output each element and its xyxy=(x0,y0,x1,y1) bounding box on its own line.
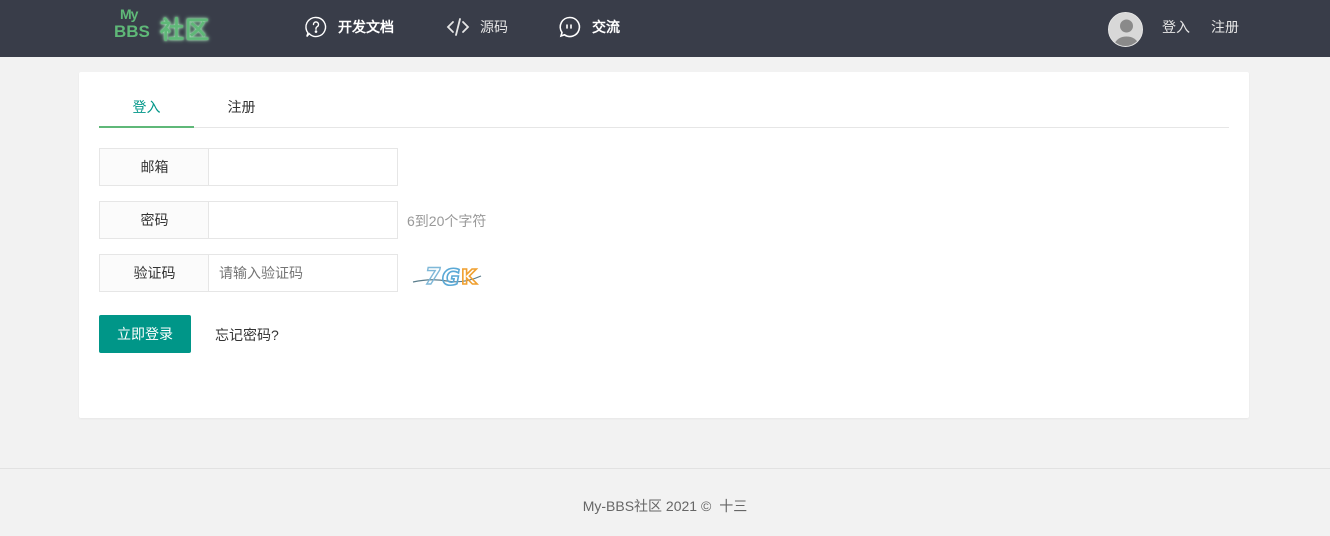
svg-text:G: G xyxy=(442,266,460,290)
password-row: 密码 6到20个字符 xyxy=(99,201,599,239)
login-card: 登入 注册 邮箱 密码 6到20个字符 验证码 7 G K 立即登录 忘记密码? xyxy=(79,72,1249,418)
header-login-link[interactable]: 登入 xyxy=(1162,17,1190,37)
tab-register[interactable]: 注册 xyxy=(194,87,289,128)
password-field[interactable] xyxy=(208,201,398,239)
footer-text: My-BBS社区 2021 © 十三 xyxy=(0,496,1330,516)
email-label: 邮箱 xyxy=(99,148,209,186)
nav-label-source: 源码 xyxy=(480,19,508,35)
user-silhouette-icon xyxy=(1109,13,1142,46)
site-logo[interactable]: My BBS 社区 xyxy=(112,6,216,48)
nav-item-chat[interactable]: 交流 xyxy=(558,14,620,40)
question-circle-icon xyxy=(304,15,328,39)
nav-label-chat: 交流 xyxy=(592,19,620,35)
footer: My-BBS社区 2021 © 十三 xyxy=(0,468,1330,536)
email-row: 邮箱 xyxy=(99,148,599,186)
nav-item-source[interactable]: 源码 xyxy=(446,14,508,40)
avatar[interactable] xyxy=(1108,12,1143,47)
password-hint: 6到20个字符 xyxy=(407,213,487,229)
nav-label-docs: 开发文档 xyxy=(338,19,394,35)
nav-item-docs[interactable]: 开发文档 xyxy=(304,14,394,40)
svg-text:7: 7 xyxy=(425,265,441,290)
footer-author-link[interactable]: 十三 xyxy=(719,498,747,514)
code-icon xyxy=(446,15,470,39)
password-label: 密码 xyxy=(99,201,209,239)
login-submit-button[interactable]: 立即登录 xyxy=(99,315,191,353)
tab-login[interactable]: 登入 xyxy=(99,87,194,128)
svg-text:K: K xyxy=(461,265,478,289)
email-field[interactable] xyxy=(208,148,398,186)
auth-tabs: 登入 注册 xyxy=(99,87,1229,128)
forgot-password-link[interactable]: 忘记密码? xyxy=(215,325,279,345)
header-register-link[interactable]: 注册 xyxy=(1211,17,1239,37)
captcha-field[interactable] xyxy=(208,254,398,292)
top-navbar: My BBS 社区 开发文档 源码 交流 登入 注册 xyxy=(0,0,1330,57)
footer-copyright: My-BBS社区 2021 © xyxy=(582,498,712,514)
captcha-row: 验证码 7 G K xyxy=(99,254,599,292)
logo-my-text: My xyxy=(120,6,138,22)
logo-cn-text: 社区 xyxy=(160,17,210,44)
captcha-label: 验证码 xyxy=(99,254,209,292)
captcha-image[interactable]: 7 G K xyxy=(411,260,487,292)
logo-bbs-text: BBS xyxy=(114,22,150,41)
chat-bubble-icon xyxy=(558,15,582,39)
